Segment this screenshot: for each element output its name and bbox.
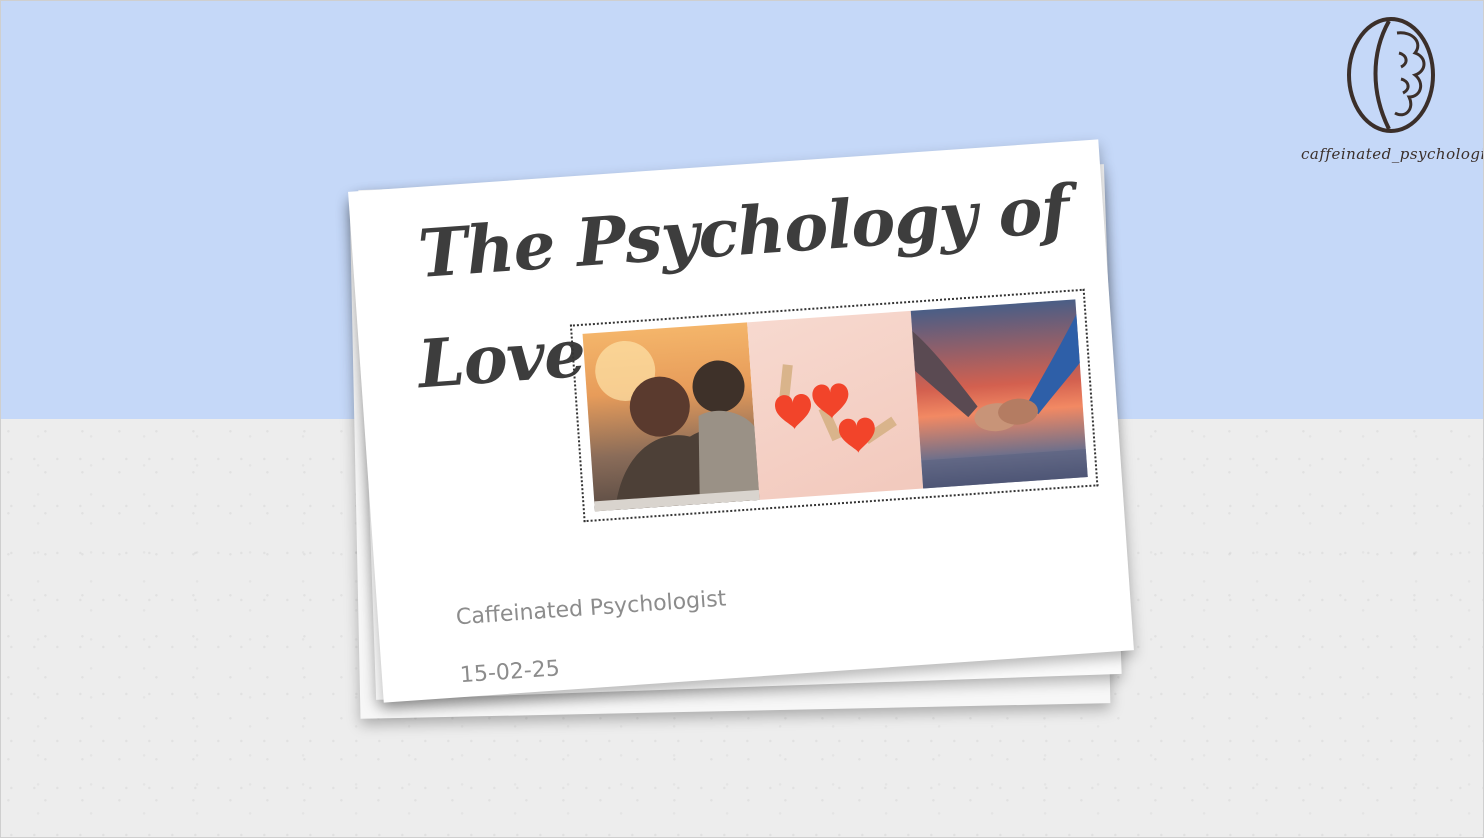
photo-group[interactable] <box>569 288 1099 523</box>
hands-illustration <box>911 309 1088 489</box>
couple-illustration <box>594 340 760 512</box>
heart-icon <box>839 416 898 453</box>
heart-icon <box>775 364 812 430</box>
brand-logo: caffeinated_psychologist <box>1301 13 1484 173</box>
author-name: Caffeinated Psychologist <box>455 586 728 631</box>
title-line-2: Love <box>415 313 588 404</box>
title-line-1: The Psychology of <box>415 169 1072 293</box>
presentation-date: 15-02-25 <box>459 656 561 689</box>
presentation-slide: The Psychology of Love Caffeinated Psych… <box>0 0 1484 838</box>
holding-hands-photo <box>910 299 1088 489</box>
brain-coffee-bean-icon <box>1347 17 1435 133</box>
brand-logo-text: caffeinated_psychologist <box>1301 145 1484 163</box>
hearts-clothespins-photo <box>747 310 923 500</box>
couple-sunset-photo <box>582 322 760 512</box>
hearts-illustration <box>775 364 898 453</box>
title-card: The Psychology of Love Caffeinated Psych… <box>348 139 1134 703</box>
